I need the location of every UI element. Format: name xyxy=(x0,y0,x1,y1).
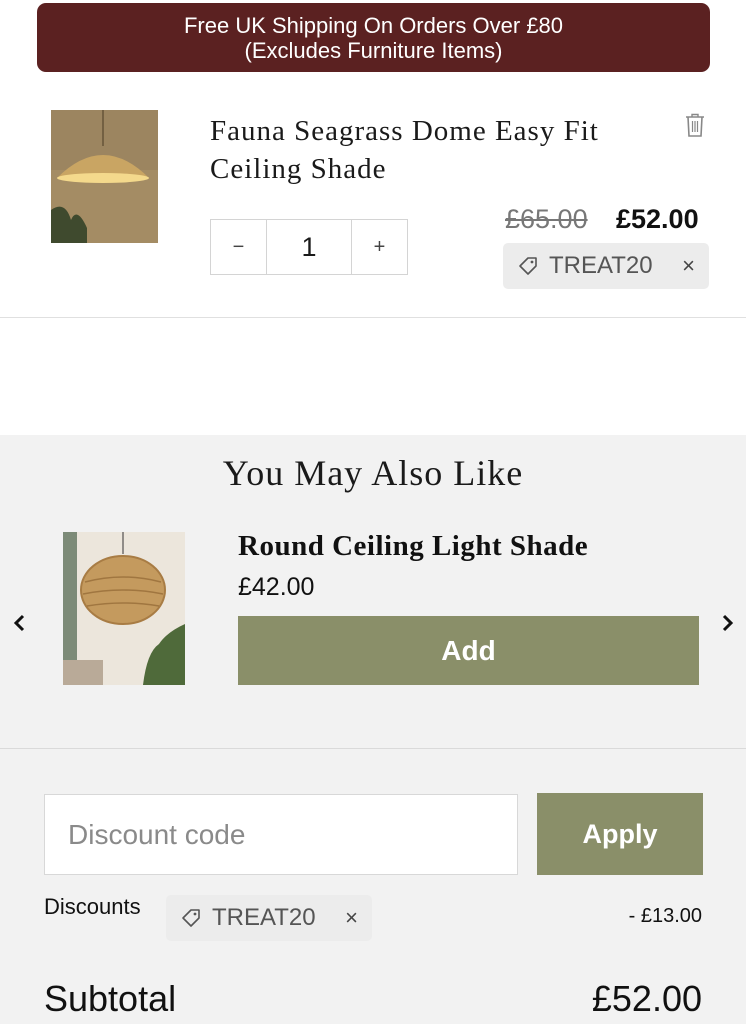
subtotal-label: Subtotal xyxy=(44,978,177,1019)
discount-amount: - £13.00 xyxy=(628,905,702,927)
discount-tag: TREAT20 × xyxy=(503,243,709,289)
discount-code-input[interactable] xyxy=(44,794,518,875)
apply-button[interactable]: Apply xyxy=(537,793,703,875)
add-button[interactable]: Add xyxy=(238,616,699,685)
remove-discount-button[interactable]: × xyxy=(682,253,695,279)
dome-shade-image xyxy=(51,110,158,243)
upsell-product-image[interactable] xyxy=(63,532,185,685)
quantity-decrease-button[interactable]: − xyxy=(211,220,266,274)
round-shade-image xyxy=(63,532,185,685)
remove-applied-discount-button[interactable]: × xyxy=(345,905,358,931)
upsell-product-price: £42.00 xyxy=(238,573,315,601)
quantity-stepper: − 1 + xyxy=(210,219,408,275)
shipping-banner-line2: (Excludes Furniture Items) xyxy=(244,38,503,63)
chevron-right-icon[interactable] xyxy=(716,608,740,638)
discount-tag-label: TREAT20 xyxy=(549,252,653,279)
quantity-value[interactable]: 1 xyxy=(266,220,352,274)
applied-discount-label: TREAT20 xyxy=(212,904,316,931)
tag-icon xyxy=(519,257,537,275)
discounts-label: Discounts xyxy=(44,894,141,919)
upsell-product-title[interactable]: Round Ceiling Light Shade xyxy=(238,530,588,563)
divider xyxy=(0,748,746,749)
upsell-heading: You May Also Like xyxy=(222,453,524,493)
quantity-increase-button[interactable]: + xyxy=(352,220,407,274)
sale-price: £52.00 xyxy=(616,204,699,234)
cart-item-image[interactable] xyxy=(51,110,158,243)
shipping-banner: Free UK Shipping On Orders Over £80 (Exc… xyxy=(37,3,710,72)
tag-icon xyxy=(182,909,200,927)
cart-item-title[interactable]: Fauna Seagrass Dome Easy Fit Ceiling Sha… xyxy=(210,112,650,188)
trash-icon[interactable] xyxy=(683,112,707,138)
subtotal-value: £52.00 xyxy=(591,978,702,1019)
upsell-section xyxy=(0,435,746,1024)
applied-discount-tag: TREAT20 × xyxy=(166,895,372,941)
divider xyxy=(0,317,746,318)
shipping-banner-line1: Free UK Shipping On Orders Over £80 xyxy=(183,13,564,38)
chevron-left-icon[interactable] xyxy=(7,608,31,638)
original-price: £65.00 xyxy=(505,204,588,234)
